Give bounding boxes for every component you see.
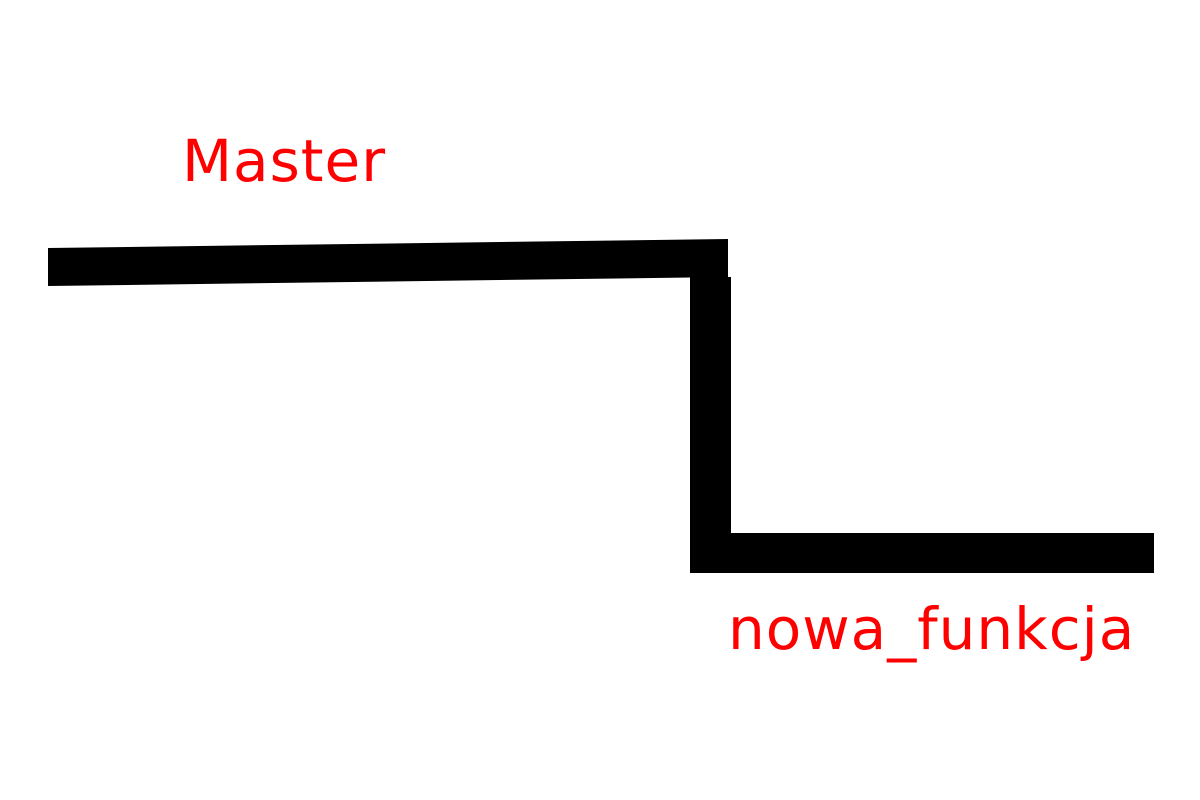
master-branch-line	[48, 239, 728, 286]
feature-branch-label: nowa_funkcja	[728, 595, 1136, 663]
branch-diagram	[48, 239, 1154, 573]
master-branch-label: Master	[182, 127, 387, 195]
diagram-canvas: Master nowa_funkcja	[0, 0, 1200, 800]
branch-connector-line	[690, 277, 731, 573]
feature-branch-line	[690, 533, 1154, 573]
